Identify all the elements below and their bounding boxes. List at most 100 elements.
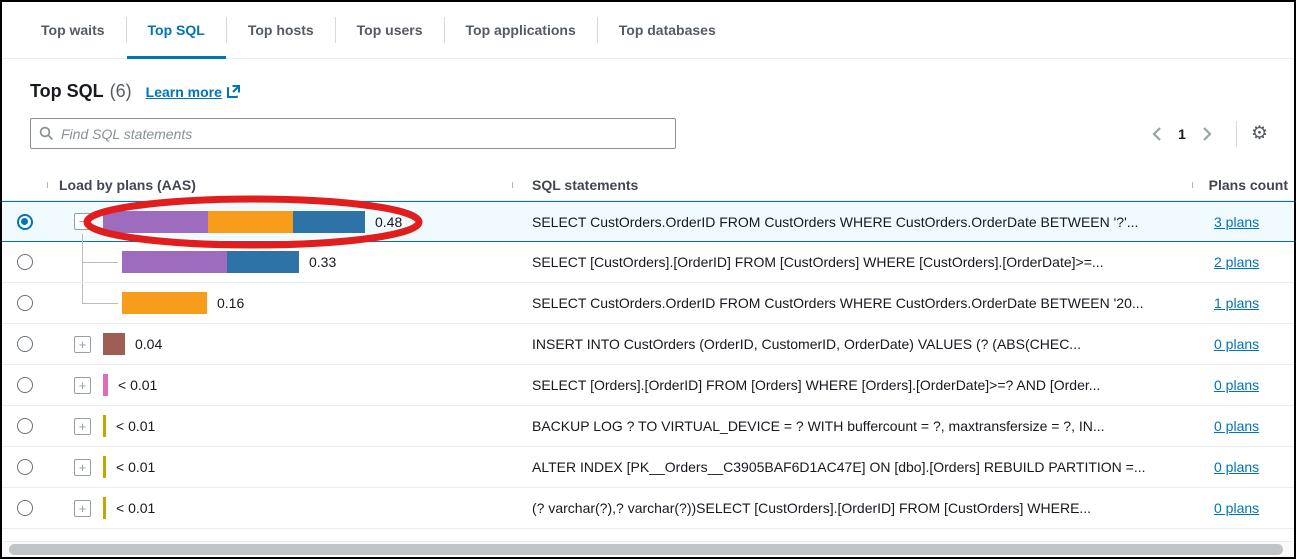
load-bar-segment-blue: [227, 251, 299, 273]
row-radio-button[interactable]: [17, 500, 33, 516]
expand-row-button[interactable]: +: [74, 418, 91, 435]
collapse-row-button[interactable]: −: [74, 213, 91, 230]
tab-top-sql[interactable]: Top SQL: [127, 2, 226, 58]
plans-count-link[interactable]: 0 plans: [1214, 459, 1259, 475]
row-select-cell: [2, 295, 47, 311]
table-row[interactable]: −0.48SELECT CustOrders.OrderID FROM Cust…: [2, 201, 1294, 242]
expand-row-button[interactable]: +: [74, 377, 91, 394]
tab-top-waits[interactable]: Top waits: [20, 2, 126, 58]
table-row[interactable]: + < 0.01 ALTER INDEX [PK__Orders__C3905BAF…: [2, 447, 1294, 488]
row-select-cell: [2, 459, 47, 475]
tab-label: Top hosts: [248, 22, 314, 38]
plans-count-link[interactable]: 0 plans: [1214, 500, 1259, 516]
table-row[interactable]: +< 0.01 BACKUP LOG ? TO VIRTUAL_DEVICE = …: [2, 406, 1294, 447]
tab-label: Top databases: [619, 22, 716, 38]
load-bar-segment-orange: [122, 292, 207, 314]
plans-count-cell: 0 plans: [1192, 336, 1292, 352]
load-by-plans-cell: +< 0.01: [47, 497, 512, 519]
next-page-button[interactable]: [1194, 120, 1222, 148]
load-value: 0.04: [135, 336, 162, 352]
plans-count-link[interactable]: 0 plans: [1214, 377, 1259, 393]
row-select-cell: [2, 418, 47, 434]
load-bar: [103, 456, 106, 478]
sql-statement-text[interactable]: INSERT INTO CustOrders (OrderID, Custome…: [532, 336, 1081, 352]
row-radio-button[interactable]: [17, 295, 33, 311]
load-value: 0.16: [217, 295, 244, 311]
load-bar: [103, 211, 365, 233]
table-row[interactable]: +< 0.01 SELECT [Orders].[OrderID] FROM [O…: [2, 365, 1294, 406]
plans-count-link[interactable]: 3 plans: [1214, 214, 1259, 230]
plans-count-link[interactable]: 0 plans: [1214, 418, 1259, 434]
learn-more-link[interactable]: Learn more: [146, 84, 241, 100]
tab-top-applications[interactable]: Top applications: [445, 2, 597, 58]
load-bar: [122, 251, 299, 273]
plans-count-link[interactable]: 0 plans: [1214, 336, 1259, 352]
sql-statement-text[interactable]: SELECT CustOrders.OrderID FROM CustOrder…: [532, 295, 1144, 311]
search-input[interactable]: [61, 126, 667, 142]
plans-count-cell: 2 plans: [1192, 254, 1292, 270]
table-row[interactable]: +0.04 INSERT INTO CustOrders (OrderID, Cu…: [2, 324, 1294, 365]
table-body: −0.48SELECT CustOrders.OrderID FROM Cust…: [2, 201, 1294, 529]
external-link-icon: [226, 84, 241, 99]
learn-more-label: Learn more: [146, 84, 222, 100]
tab-bar: Top waits Top SQL Top hosts Top users To…: [2, 2, 1294, 59]
row-radio-button[interactable]: [17, 418, 33, 434]
load-bar-segment-blue: [293, 211, 365, 233]
sql-statement-text[interactable]: (? varchar(?),? varchar(?))SELECT [CustO…: [532, 500, 1091, 516]
settings-gear-icon[interactable]: ⚙: [1251, 124, 1268, 143]
table-row[interactable]: 0.16 SELECT CustOrders.OrderID FROM CustO…: [2, 283, 1294, 324]
load-by-plans-cell: +< 0.01: [47, 415, 512, 437]
plans-count-link[interactable]: 2 plans: [1214, 254, 1259, 270]
plans-count-cell: 3 plans: [1192, 214, 1292, 230]
tree-line: [82, 283, 83, 303]
row-radio-button[interactable]: [17, 214, 33, 230]
load-bar: [103, 497, 106, 519]
row-radio-button[interactable]: [17, 377, 33, 393]
pager-divider: [1236, 121, 1237, 147]
plans-count-link[interactable]: 1 plans: [1214, 295, 1259, 311]
tree-line: [82, 262, 118, 263]
row-select-cell: [2, 254, 47, 270]
horizontal-scrollbar: [2, 541, 1294, 557]
tab-top-databases[interactable]: Top databases: [598, 2, 737, 58]
plans-count-cell: 0 plans: [1192, 500, 1292, 516]
sql-statement-text[interactable]: SELECT CustOrders.OrderID FROM CustOrder…: [532, 214, 1138, 230]
table-header-row: Load by plans (AAS) SQL statements Plans…: [2, 169, 1294, 201]
load-by-plans-cell: +< 0.01: [47, 374, 512, 396]
expand-row-button[interactable]: +: [74, 500, 91, 517]
tree-line: [82, 303, 118, 304]
sql-statement-text[interactable]: ALTER INDEX [PK__Orders__C3905BAF6D1AC47…: [532, 459, 1146, 475]
plans-count-cell: 0 plans: [1192, 418, 1292, 434]
search-icon: [39, 126, 54, 141]
prev-page-button[interactable]: [1142, 120, 1170, 148]
tab-label: Top users: [357, 22, 423, 38]
sql-statement-cell: (? varchar(?),? varchar(?))SELECT [CustO…: [512, 500, 1192, 516]
sql-statement-cell: SELECT CustOrders.OrderID FROM CustOrder…: [512, 295, 1192, 311]
load-by-plans-cell: +0.04: [47, 333, 512, 355]
tab-top-hosts[interactable]: Top hosts: [227, 2, 335, 58]
row-radio-button[interactable]: [17, 336, 33, 352]
header-plans-count: Plans count: [1192, 177, 1292, 193]
sql-statement-text[interactable]: SELECT [CustOrders].[OrderID] FROM [Cust…: [532, 254, 1104, 270]
load-bar-segment-brown: [103, 333, 125, 355]
expand-row-button[interactable]: +: [74, 459, 91, 476]
tab-top-users[interactable]: Top users: [336, 2, 444, 58]
top-sql-table: Load by plans (AAS) SQL statements Plans…: [2, 169, 1294, 529]
sql-statement-text[interactable]: BACKUP LOG ? TO VIRTUAL_DEVICE = ? WITH …: [532, 418, 1105, 434]
sql-statement-cell: SELECT [CustOrders].[OrderID] FROM [Cust…: [512, 254, 1192, 270]
plans-count-cell: 1 plans: [1192, 295, 1292, 311]
load-bar-segment-orange: [208, 211, 293, 233]
sql-statement-cell: SELECT CustOrders.OrderID FROM CustOrder…: [512, 214, 1192, 230]
sql-statement-text[interactable]: SELECT [Orders].[OrderID] FROM [Orders] …: [532, 377, 1100, 393]
row-radio-button[interactable]: [17, 254, 33, 270]
page-number: 1: [1174, 126, 1190, 142]
load-value: < 0.01: [116, 459, 155, 475]
row-radio-button[interactable]: [17, 459, 33, 475]
load-value: 0.33: [309, 254, 336, 270]
expand-row-button[interactable]: +: [74, 336, 91, 353]
row-select-cell: [2, 336, 47, 352]
table-row[interactable]: +< 0.01 (? varchar(?),? varchar(?))SELECT…: [2, 488, 1294, 529]
table-row[interactable]: 0.33 SELECT [CustOrders].[OrderID] FROM […: [2, 242, 1294, 283]
load-bar: [103, 415, 106, 437]
scrollbar-thumb[interactable]: [9, 544, 1283, 555]
